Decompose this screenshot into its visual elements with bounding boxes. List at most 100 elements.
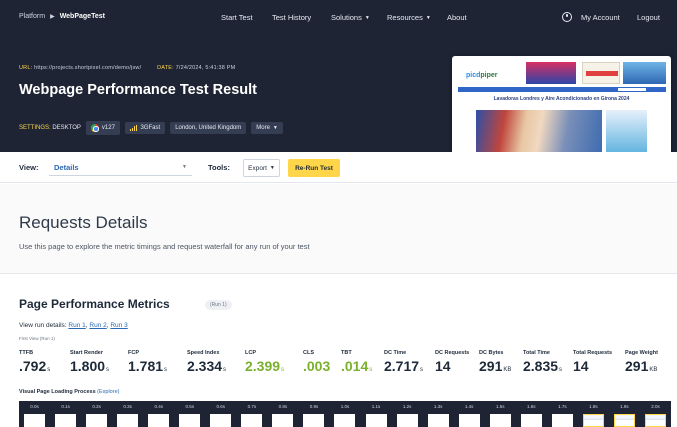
- metric-unit: s: [223, 367, 227, 373]
- frame-thumbnail: [365, 414, 387, 427]
- filmstrip-frame[interactable]: 0.0s: [19, 401, 50, 427]
- frame-time-label: 1.3s: [433, 404, 443, 409]
- frame-thumbnail: [582, 414, 604, 427]
- metric-label: TTFB: [19, 350, 34, 356]
- user-account-icon[interactable]: [562, 12, 572, 22]
- metric-unit: s: [420, 367, 424, 373]
- explore-link[interactable]: (Explore): [97, 389, 119, 395]
- nav-test-history[interactable]: Test History: [272, 13, 311, 22]
- nav-solutions[interactable]: Solutions ▼: [331, 13, 370, 22]
- device-type: DESKTOP: [52, 125, 81, 131]
- filmstrip-frame[interactable]: 1.2s: [392, 401, 423, 427]
- metric-unit: KB: [649, 367, 658, 373]
- metric-total-time: Total Time 2.835s: [523, 350, 562, 374]
- nav-my-account[interactable]: My Account: [581, 13, 620, 22]
- view-label: View:: [19, 163, 39, 172]
- metric-fcp: FCP 1.781s: [128, 350, 167, 374]
- filmstrip-frame[interactable]: 1.4s: [454, 401, 485, 427]
- filmstrip-frame[interactable]: 1.9s: [609, 401, 640, 427]
- results-toolbar: View: Details ▼ Tools: Export ▼ Re-Run Te…: [0, 152, 677, 183]
- signal-bars-icon: [129, 125, 138, 131]
- url-label: URL:: [19, 65, 33, 71]
- performance-metrics-heading: Page Performance Metrics: [19, 297, 170, 311]
- metric-cls: CLS .003: [303, 350, 331, 374]
- nav-start-test[interactable]: Start Test: [221, 13, 253, 22]
- filmstrip-frame[interactable]: 1.3s: [423, 401, 454, 427]
- more-settings-button[interactable]: More ▼: [251, 122, 283, 134]
- frame-time-label: 1.9s: [620, 404, 629, 409]
- frame-thumbnail: [241, 414, 263, 427]
- view-select[interactable]: Details ▼: [49, 157, 192, 176]
- nav-logout[interactable]: Logout: [637, 13, 660, 22]
- filmstrip-frame[interactable]: 0.1s: [50, 401, 81, 427]
- metric-total-requests: Total Requests 14: [573, 350, 612, 374]
- test-url: https://projects.shortpixel.com/demo/jsw…: [34, 65, 142, 71]
- view-select-value: Details: [54, 163, 79, 172]
- filmstrip-frame[interactable]: 1.7s: [547, 401, 578, 427]
- metric-value: 291: [625, 358, 649, 374]
- site-logo: picdpiper: [466, 72, 498, 79]
- requests-details-description: Use this page to explore the metric timi…: [19, 242, 310, 251]
- run-details-label: View run details:: [19, 322, 67, 329]
- frame-thumbnail: [334, 414, 356, 427]
- first-view-label: First View (Run 1): [19, 336, 55, 341]
- frame-thumbnail: [210, 414, 232, 427]
- metric-unit: s: [106, 367, 110, 373]
- metric-value: 14: [573, 358, 589, 374]
- caret-down-icon: ▼: [182, 164, 187, 170]
- breadcrumb-webpagetest[interactable]: WebPageTest: [60, 13, 105, 20]
- metric-start-render: Start Render 1.800s: [70, 350, 109, 374]
- rerun-test-button[interactable]: Re-Run Test: [288, 159, 340, 177]
- filmstrip-frame[interactable]: 1.1s: [361, 401, 392, 427]
- chrome-icon: [90, 124, 99, 132]
- frame-time-label: 0.7s: [247, 404, 257, 409]
- metric-label: Total Requests: [573, 350, 613, 356]
- metric-unit: s: [369, 367, 373, 373]
- nav-about[interactable]: About: [447, 13, 467, 22]
- run-3-link[interactable]: Run 3: [110, 322, 127, 329]
- filmstrip-frame[interactable]: 1.6s: [516, 401, 547, 427]
- filmstrip-frame[interactable]: 0.2s: [81, 401, 112, 427]
- filmstrip-frame[interactable]: 0.3s: [112, 401, 143, 427]
- export-label: Export: [248, 164, 267, 172]
- thumbnail-banner-ad: [526, 62, 576, 84]
- frame-time-label: 0.2s: [92, 404, 101, 409]
- metric-label: DC Requests: [435, 350, 470, 356]
- filmstrip-frame[interactable]: 2.0s: [640, 401, 671, 427]
- frame-time-label: 1.5s: [495, 404, 505, 409]
- metric-value: .003: [303, 358, 331, 374]
- breadcrumb-platform[interactable]: Platform: [19, 13, 45, 20]
- export-button[interactable]: Export ▼: [243, 159, 280, 177]
- metric-value: 14: [435, 358, 451, 374]
- frame-thumbnail: [86, 414, 108, 427]
- more-label: More: [256, 125, 270, 131]
- frame-time-label: 1.0s: [340, 404, 350, 409]
- run-1-link[interactable]: Run 1: [68, 322, 85, 329]
- filmstrip-frame[interactable]: 0.9s: [298, 401, 329, 427]
- filmstrip-frame[interactable]: 0.8s: [267, 401, 298, 427]
- settings-label-text: SETTINGS:: [19, 125, 51, 131]
- run-2-link[interactable]: Run 2: [89, 322, 106, 329]
- location-pill: London, United Kingdom: [170, 122, 247, 134]
- frame-thumbnail: [520, 414, 542, 427]
- filmstrip-frame[interactable]: 0.5s: [174, 401, 205, 427]
- metric-value: 1.800: [70, 358, 106, 374]
- frame-time-label: 1.1s: [371, 404, 381, 409]
- filmstrip-frame[interactable]: 0.7s: [236, 401, 267, 427]
- frame-thumbnail: [55, 414, 77, 427]
- metric-unit: s: [559, 367, 563, 373]
- metric-value: 2.835: [523, 358, 559, 374]
- frame-time-label: 0.9s: [309, 404, 319, 409]
- filmstrip-frame[interactable]: 1.0s: [329, 401, 360, 427]
- nav-resources[interactable]: Resources ▼: [387, 13, 431, 22]
- nav-resources-label: Resources: [387, 13, 423, 22]
- date-label: DATE:: [157, 65, 174, 71]
- filmstrip-frame[interactable]: 1.8s: [578, 401, 609, 427]
- metric-unit: s: [281, 367, 285, 373]
- filmstrip-frame[interactable]: 0.4s: [143, 401, 174, 427]
- frame-time-label: 1.2s: [402, 404, 412, 409]
- filmstrip-frame[interactable]: 0.6s: [205, 401, 236, 427]
- filmstrip-frame[interactable]: 1.5s: [485, 401, 516, 427]
- frame-thumbnail: [613, 414, 635, 427]
- frame-thumbnail: [551, 414, 573, 427]
